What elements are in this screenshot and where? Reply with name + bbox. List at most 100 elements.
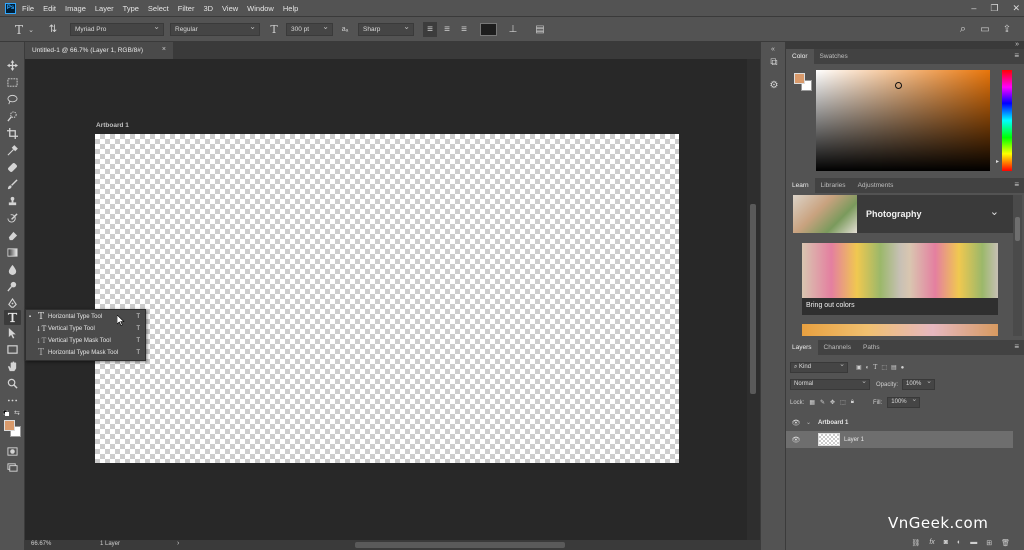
new-layer-icon[interactable]: ⊞ [986, 539, 992, 547]
visibility-eye-icon[interactable]: 👁︎ [786, 419, 806, 427]
menu-filter[interactable]: Filter [178, 4, 195, 13]
flyout-horizontal-type-mask-tool[interactable]: T Horizontal Type Mask Tool T [26, 347, 145, 359]
zoom-tool-icon[interactable] [4, 376, 21, 391]
align-center-icon[interactable]: ≡ [440, 22, 454, 37]
menu-help[interactable]: Help [283, 4, 298, 13]
layer-row-artboard[interactable]: 👁︎ ⌄ Artboard 1 [786, 414, 1013, 431]
artboard-label[interactable]: Artboard 1 [96, 122, 129, 129]
workspace-icon[interactable]: ▭ [978, 22, 992, 37]
restore-icon[interactable]: ❐ [990, 3, 998, 14]
learn-scrollbar[interactable] [1013, 195, 1022, 336]
collapse-dock-icon[interactable]: » [1015, 41, 1019, 48]
text-orientation-icon[interactable]: ⇅ [46, 22, 60, 37]
flyout-vertical-type-mask-tool[interactable]: ↓T Vertical Type Mask Tool T [26, 335, 145, 347]
pixel-filter-icon[interactable]: ▣ [856, 364, 862, 371]
opacity-input[interactable]: 100% [902, 377, 936, 390]
panel-menu-icon[interactable]: ≡ [1014, 51, 1019, 60]
share-icon[interactable]: ⇪ [1000, 22, 1014, 37]
type-tool-preset-icon[interactable]: T [12, 22, 26, 37]
add-mask-icon[interactable]: ◙ [944, 539, 948, 546]
move-tool-icon[interactable] [4, 58, 21, 73]
foreground-color-swatch[interactable] [4, 420, 15, 431]
hue-slider[interactable] [1002, 70, 1012, 171]
chevron-down-icon[interactable]: ⌄ [990, 205, 999, 218]
tab-libraries[interactable]: Libraries [815, 178, 852, 193]
tab-paths[interactable]: Paths [857, 340, 886, 355]
font-style-select[interactable]: Regular [170, 22, 260, 36]
hue-slider-marker-icon[interactable]: ▸ [996, 158, 999, 165]
color-panel-foreground-swatch[interactable] [794, 73, 805, 84]
history-brush-tool-icon[interactable] [4, 211, 21, 226]
layer-row-layer-1[interactable]: 👁︎ Layer 1 [786, 431, 1013, 448]
zoom-level[interactable]: 66.67% [31, 541, 51, 547]
tab-swatches[interactable]: Swatches [814, 49, 854, 64]
menu-select[interactable]: Select [148, 4, 169, 13]
color-picker-field[interactable] [816, 70, 990, 171]
properties-panel-icon[interactable]: ⚙ [766, 80, 782, 95]
adjustment-layer-icon[interactable]: ◐ [957, 539, 961, 546]
panel-menu-icon[interactable]: ≡ [1014, 342, 1019, 351]
link-layers-icon[interactable]: ⛓︎ [911, 539, 920, 547]
brush-tool-icon[interactable] [4, 177, 21, 192]
character-panel-icon[interactable]: ▤ [533, 22, 547, 37]
visibility-eye-icon[interactable]: 👁︎ [786, 436, 806, 444]
menu-edit[interactable]: Edit [43, 4, 56, 13]
pen-tool-icon[interactable] [4, 296, 21, 311]
lock-position-icon[interactable]: ✥ [830, 399, 835, 406]
layer-kind-filter[interactable]: ⌕ Kind [790, 360, 848, 373]
layer-style-fx-icon[interactable]: fx [929, 539, 934, 546]
chevron-down-icon[interactable]: ⌄ [806, 419, 818, 426]
align-right-icon[interactable]: ≡ [457, 22, 471, 37]
marquee-tool-icon[interactable] [4, 75, 21, 90]
close-icon[interactable]: ✕ [1012, 3, 1020, 14]
tab-color[interactable]: Color [786, 49, 814, 64]
adjustment-filter-icon[interactable]: ◐ [866, 365, 870, 371]
type-tool-icon[interactable] [4, 310, 21, 325]
menu-3d[interactable]: 3D [203, 4, 213, 13]
close-tab-icon[interactable]: × [162, 46, 166, 53]
default-colors-icon[interactable] [2, 409, 9, 416]
delete-layer-icon[interactable]: 🗑︎ [1001, 539, 1010, 547]
antialias-select[interactable]: Sharp [358, 22, 414, 36]
quick-mask-icon[interactable] [4, 444, 21, 459]
crop-tool-icon[interactable] [4, 126, 21, 141]
type-filter-icon[interactable]: T [873, 364, 877, 371]
dodge-tool-icon[interactable] [4, 279, 21, 294]
learn-tutorial-card-next[interactable] [802, 324, 998, 336]
text-color-swatch[interactable] [480, 23, 497, 36]
minimize-icon[interactable]: – [971, 3, 976, 13]
font-family-select[interactable]: Myriad Pro [70, 22, 164, 36]
lock-all-icon[interactable]: 🔒︎ [851, 399, 854, 406]
scroll-thumb[interactable] [750, 204, 756, 394]
more-tools-icon[interactable] [4, 393, 21, 408]
menu-type[interactable]: Type [123, 4, 139, 13]
path-selection-tool-icon[interactable] [4, 326, 21, 341]
learn-tutorial-card[interactable]: Bring out colors [802, 243, 998, 315]
eraser-tool-icon[interactable] [4, 228, 21, 243]
color-picker-cursor[interactable] [895, 82, 902, 89]
collapse-arrows-icon[interactable]: « [765, 46, 781, 53]
menu-layer[interactable]: Layer [95, 4, 114, 13]
scroll-thumb[interactable] [1015, 217, 1020, 241]
menu-file[interactable]: File [22, 4, 34, 13]
lock-image-icon[interactable]: ✎ [820, 399, 825, 406]
menu-view[interactable]: View [222, 4, 238, 13]
menu-window[interactable]: Window [247, 4, 274, 13]
horizontal-scroll-thumb[interactable] [355, 542, 565, 548]
new-group-icon[interactable]: ▬ [970, 539, 977, 546]
lasso-tool-icon[interactable] [4, 92, 21, 107]
blend-mode-select[interactable]: Normal [790, 377, 870, 390]
quick-selection-tool-icon[interactable] [4, 109, 21, 124]
filter-toggle-icon[interactable]: ● [901, 365, 905, 371]
eyedropper-tool-icon[interactable] [4, 143, 21, 158]
tab-layers[interactable]: Layers [786, 340, 818, 355]
hand-tool-icon[interactable] [4, 359, 21, 374]
menu-image[interactable]: Image [65, 4, 86, 13]
search-icon[interactable]: ⌕ [956, 22, 970, 37]
font-size-select[interactable]: 300 pt [286, 22, 333, 36]
align-left-icon[interactable]: ≡ [423, 22, 437, 37]
smart-object-filter-icon[interactable]: ▤ [891, 364, 897, 371]
swap-colors-icon[interactable]: ⇆ [14, 409, 20, 417]
flyout-vertical-type-tool[interactable]: ↓T Vertical Type Tool T [26, 323, 145, 335]
lock-artboard-icon[interactable]: ⬚ [840, 399, 846, 406]
